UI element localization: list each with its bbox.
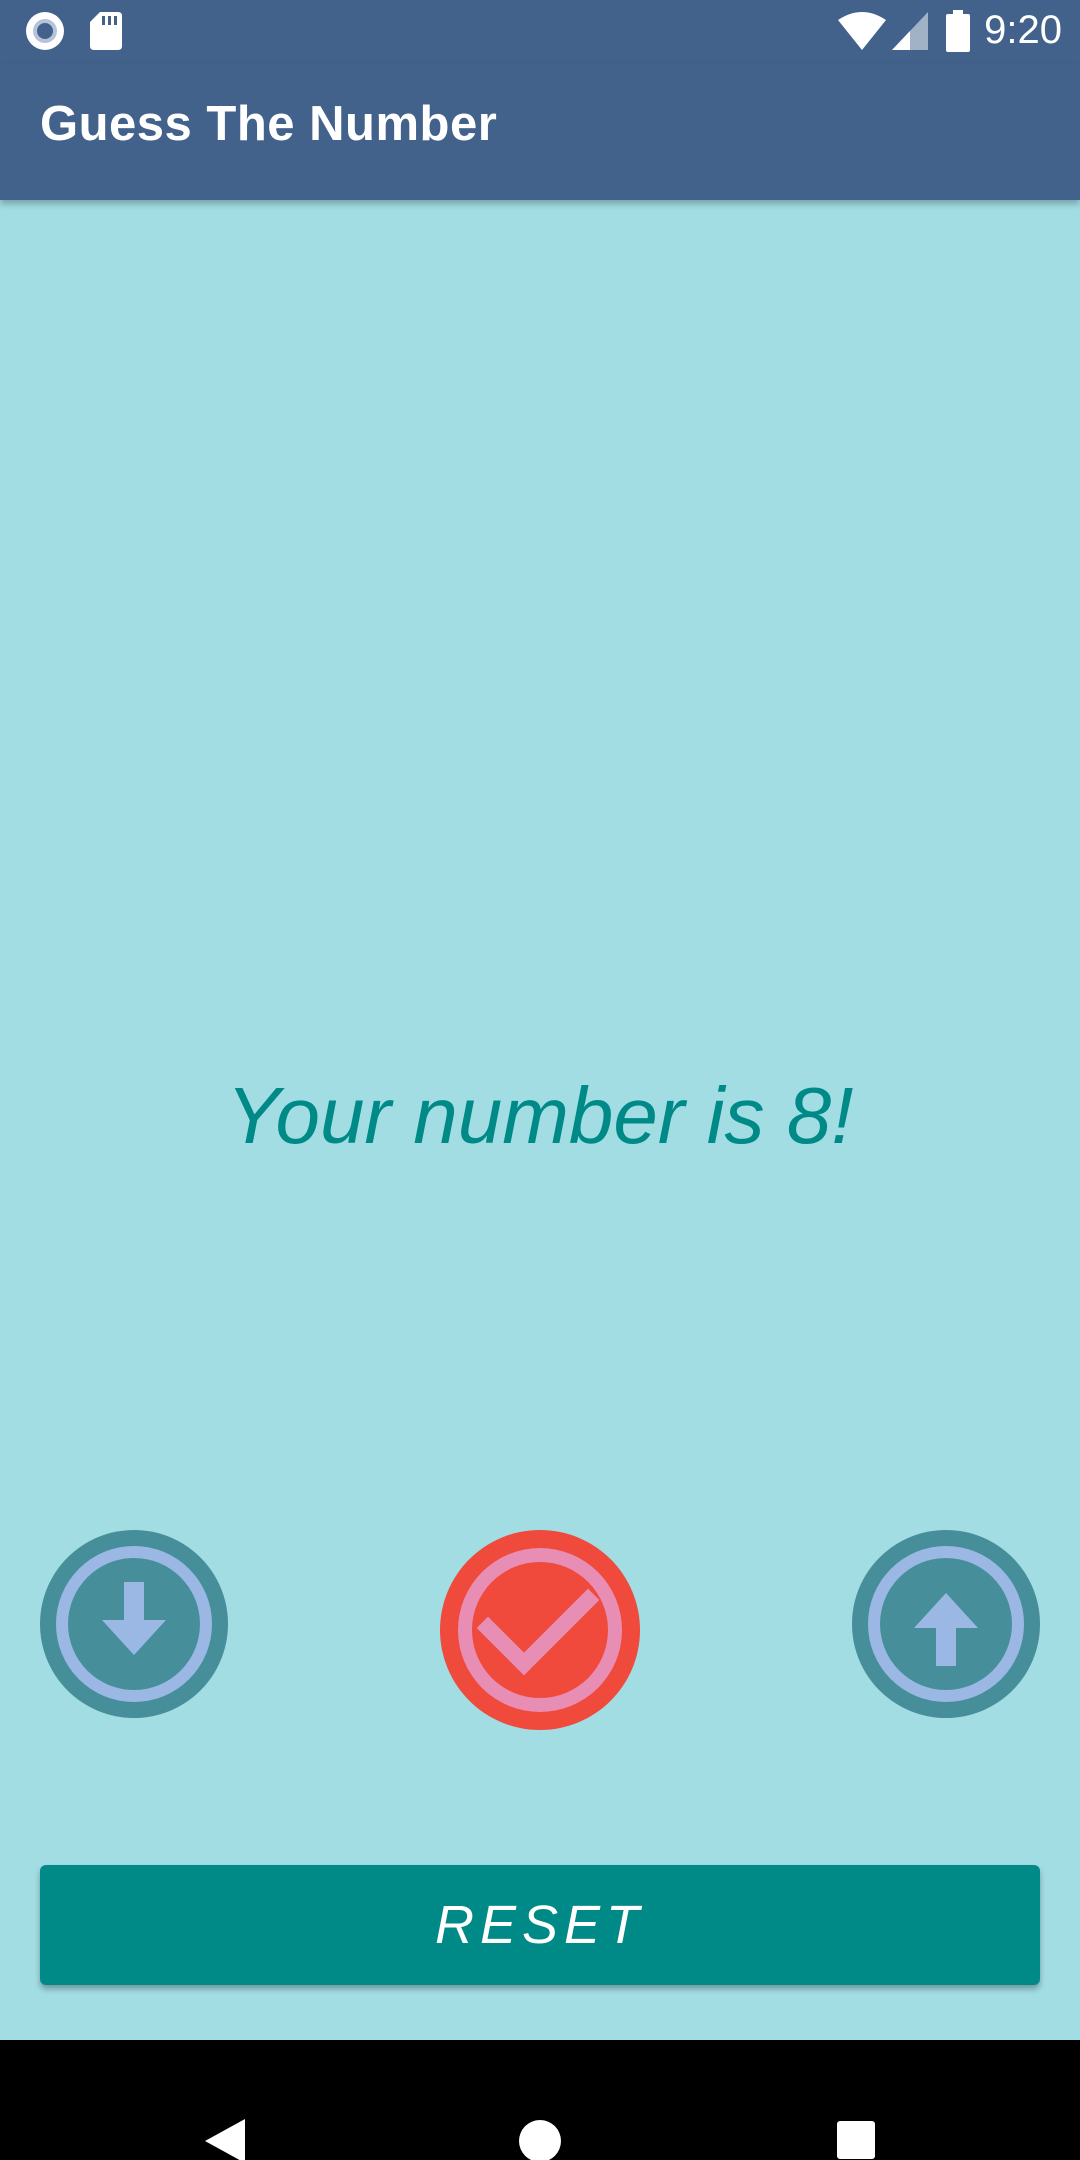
signal-icon <box>892 12 928 55</box>
arrow-down-icon <box>40 1530 228 1718</box>
higher-button[interactable] <box>852 1530 1040 1718</box>
app-toolbar: Guess The Number <box>0 63 1080 200</box>
record-icon <box>24 10 66 57</box>
arrow-up-icon <box>852 1530 1040 1718</box>
status-time: 9:20 <box>984 8 1062 52</box>
reset-button-label: RESET <box>434 1895 646 1955</box>
back-icon[interactable] <box>205 2119 245 2160</box>
navigation-bar <box>0 2040 1080 2160</box>
app-title: Guess The Number <box>40 97 498 151</box>
wifi-icon <box>838 12 886 55</box>
checkmark-icon <box>440 1530 640 1730</box>
reset-button[interactable]: RESET <box>40 1865 1040 1985</box>
status-bar: 9:20 <box>0 0 1080 63</box>
battery-icon <box>946 10 970 57</box>
app-screen: 9:20 Guess The Number Your number is 8! <box>0 0 1080 2160</box>
home-icon[interactable] <box>517 2118 563 2160</box>
lower-button[interactable] <box>40 1530 228 1718</box>
recents-icon[interactable] <box>837 2121 875 2160</box>
correct-button[interactable] <box>440 1530 640 1730</box>
sd-card-icon <box>90 12 122 55</box>
guess-message: Your number is 8! <box>226 1071 854 1160</box>
